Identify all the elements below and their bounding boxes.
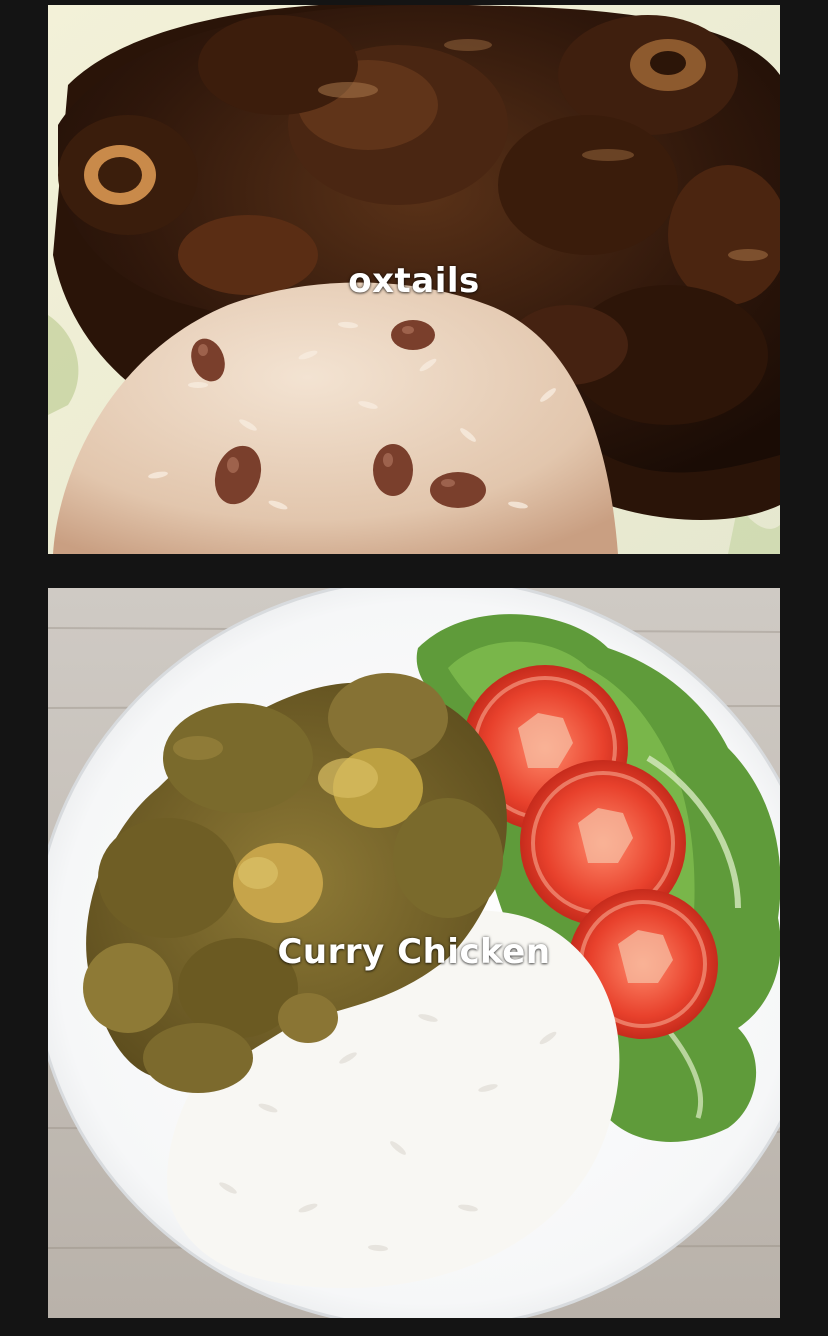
curry-chicken-photo xyxy=(48,588,780,1318)
photo-card-curry-chicken[interactable]: Curry Chicken xyxy=(48,588,780,1318)
photo-card-oxtails[interactable]: oxtails xyxy=(48,5,780,554)
oxtails-photo xyxy=(48,5,780,554)
photo-feed: oxtails Curry Chicken xyxy=(0,0,828,1336)
